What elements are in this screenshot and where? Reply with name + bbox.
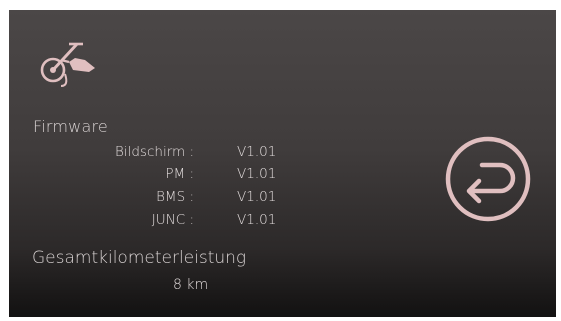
firmware-label-junc: JUNC : (151, 212, 194, 228)
firmware-version-display: V1.01 (237, 144, 277, 160)
total-distance-title: Gesamtkilometerleistung (32, 248, 247, 268)
firmware-label-pm: PM : (165, 166, 194, 182)
firmware-label-display: Bildschirm : (115, 144, 194, 160)
handbike-icon (40, 42, 95, 87)
device-screen: Firmware Bildschirm : V1.01 PM : V1.01 B… (9, 10, 556, 317)
firmware-version-junc: V1.01 (237, 212, 277, 228)
firmware-version-bms: V1.01 (237, 189, 277, 205)
back-button[interactable] (444, 135, 532, 223)
total-distance-value: 8 km (173, 277, 209, 293)
firmware-version-pm: V1.01 (237, 166, 277, 182)
firmware-label-bms: BMS : (156, 189, 194, 205)
firmware-title: Firmware (33, 117, 108, 136)
back-arrow-icon (466, 162, 516, 204)
